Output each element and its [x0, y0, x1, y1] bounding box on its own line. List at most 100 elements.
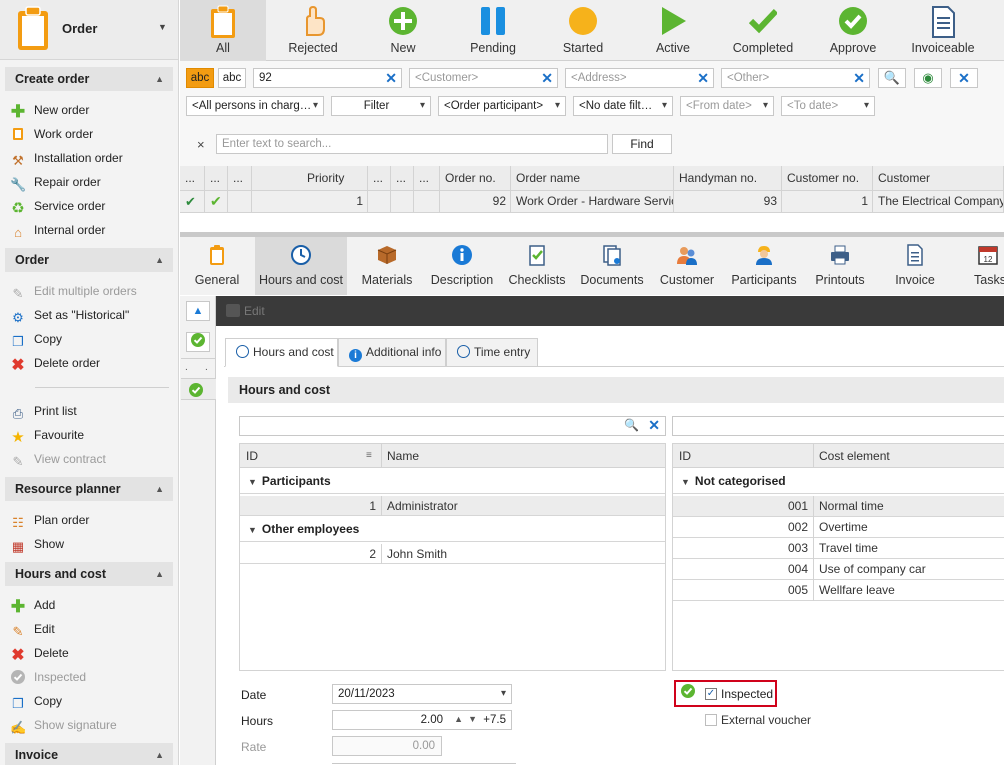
- col-header-name[interactable]: Name: [387, 444, 419, 468]
- chevron-down-icon[interactable]: ▼: [158, 22, 167, 32]
- expand-icon[interactable]: ▼: [248, 477, 257, 487]
- expand-icon[interactable]: ▼: [681, 477, 690, 487]
- table-row[interactable]: ✔ ✔ 1 92 Work Order - Hardware Service 9…: [180, 191, 1004, 213]
- clear-icon[interactable]: ✕: [697, 69, 709, 87]
- sidebar-item-internal-order[interactable]: ⌂ Internal order: [10, 220, 105, 240]
- toolbar-active-button[interactable]: Active: [630, 0, 716, 61]
- to-date-input[interactable]: <To date>: [781, 96, 875, 116]
- sidebar-item-show-signature[interactable]: ✍ Show signature: [10, 715, 117, 735]
- tab-general[interactable]: General: [180, 237, 254, 295]
- sidebar-item-show[interactable]: ▦ Show: [10, 534, 64, 554]
- sidebar-item-copy-order[interactable]: ❐ Copy: [10, 329, 62, 349]
- sidebar-item-set-historical[interactable]: ⚙ Set as "Historical": [10, 305, 129, 325]
- collapse-icon[interactable]: ▲: [155, 67, 164, 91]
- toolbar-invoiceable-button[interactable]: Invoiceable: [900, 0, 986, 61]
- date-input[interactable]: 20/11/2023: [332, 684, 512, 704]
- clear-icon[interactable]: ✕: [853, 69, 865, 87]
- persons-dropdown[interactable]: <All persons in charg…: [186, 96, 324, 116]
- inner-tab-additional-info[interactable]: i Additional info: [338, 338, 446, 367]
- collapse-icon[interactable]: ▲: [155, 477, 164, 501]
- clear-icon[interactable]: ✕: [648, 417, 660, 434]
- table-row[interactable]: 003 Travel time: [673, 538, 1004, 559]
- col-header-id[interactable]: ID: [246, 444, 258, 468]
- toolbar-approve-button[interactable]: Approve: [810, 0, 896, 61]
- expand-icon[interactable]: ▼: [248, 525, 257, 535]
- section-resource-planner[interactable]: Resource planner ▲: [5, 477, 173, 501]
- sidebar-item-delete[interactable]: ✖ Delete: [10, 643, 68, 664]
- clear-icon[interactable]: ✕: [385, 69, 397, 87]
- section-order[interactable]: Order ▲: [5, 248, 173, 272]
- col-header[interactable]: ...: [368, 166, 391, 190]
- col-header-priority[interactable]: Priority: [302, 166, 368, 190]
- inner-tab-hours-and-cost[interactable]: Hours and cost: [225, 338, 338, 367]
- search-value-input[interactable]: 92 ✕: [253, 68, 402, 88]
- from-date-input[interactable]: <From date>: [680, 96, 774, 116]
- sidebar-item-edit[interactable]: ✎ Edit: [10, 619, 55, 639]
- tab-printouts[interactable]: Printouts: [804, 237, 876, 295]
- tab-hours-and-cost[interactable]: Hours and cost: [255, 237, 347, 295]
- abc-toggle-1[interactable]: abc: [186, 68, 214, 88]
- sidebar-item-inspected[interactable]: Inspected: [10, 667, 86, 687]
- confirm-icon[interactable]: [186, 332, 210, 352]
- col-header-order-name[interactable]: Order name: [511, 166, 674, 190]
- table-row[interactable]: 002 Overtime: [673, 517, 1004, 538]
- col-header-customer[interactable]: Customer: [873, 166, 1004, 190]
- sidebar-item-plan-order[interactable]: ☷ Plan order: [10, 510, 89, 530]
- search-icon[interactable]: 🔍: [878, 68, 906, 88]
- sidebar-item-new-order[interactable]: ✚ New order: [10, 100, 89, 120]
- customer-filter-input[interactable]: <Customer> ✕: [409, 68, 558, 88]
- toolbar-completed-button[interactable]: Completed: [720, 0, 806, 61]
- col-header[interactable]: ...: [391, 166, 414, 190]
- sidebar-item-service-order[interactable]: ♻ Service order: [10, 196, 105, 217]
- toolbar-pending-button[interactable]: Pending: [450, 0, 536, 61]
- search-input[interactable]: Enter text to search...: [216, 134, 608, 154]
- col-header[interactable]: ...: [205, 166, 228, 190]
- sort-icon[interactable]: ≡: [366, 444, 372, 468]
- group-row-other-employees[interactable]: ▼ Other employees: [240, 516, 665, 542]
- order-participant-dropdown[interactable]: <Order participant>: [438, 96, 566, 116]
- section-create-order[interactable]: Create order ▲: [5, 67, 173, 91]
- col-header[interactable]: ...: [414, 166, 440, 190]
- clear-icon[interactable]: ✕: [541, 69, 553, 87]
- edit-toggle-icon[interactable]: [226, 304, 240, 317]
- table-row[interactable]: 005 Wellfare leave: [673, 580, 1004, 601]
- address-filter-input[interactable]: <Address> ✕: [565, 68, 714, 88]
- sidebar-item-view-contract[interactable]: ✎ View contract: [10, 449, 106, 469]
- date-filter-dropdown[interactable]: <No date filt…: [573, 96, 673, 116]
- sidebar-item-favourite[interactable]: ★ Favourite: [10, 425, 84, 446]
- nav-row[interactable]: [181, 378, 216, 400]
- tab-description[interactable]: Description: [425, 237, 499, 295]
- toolbar-new-button[interactable]: New: [360, 0, 446, 61]
- collapse-icon[interactable]: ▲: [155, 743, 164, 765]
- scroll-up-icon[interactable]: ▲: [186, 301, 210, 321]
- hours-step-button[interactable]: +7.5: [483, 711, 506, 729]
- collapse-icon[interactable]: ▲: [155, 562, 164, 586]
- col-header-customer-no[interactable]: Customer no.: [782, 166, 873, 190]
- sidebar-item-repair-order[interactable]: 🔧 Repair order: [10, 172, 101, 192]
- close-search-icon[interactable]: ×: [197, 137, 205, 152]
- spin-up-icon[interactable]: ▲: [454, 711, 463, 728]
- group-row-not-categorised[interactable]: ▼ Not categorised: [673, 468, 1004, 494]
- toolbar-rejected-button[interactable]: Rejected: [270, 0, 356, 61]
- cost-search-input[interactable]: [672, 416, 1004, 436]
- col-header-handyman-no[interactable]: Handyman no.: [674, 166, 782, 190]
- find-button[interactable]: Find: [612, 134, 672, 154]
- external-voucher-checkbox[interactable]: [705, 714, 717, 726]
- sidebar-item-print-list[interactable]: ⎙ Print list: [10, 401, 77, 421]
- tab-checklists[interactable]: Checklists: [500, 237, 574, 295]
- sidebar-item-installation-order[interactable]: ⚒ Installation order: [10, 148, 123, 168]
- toolbar-all-button[interactable]: All: [180, 0, 266, 61]
- sidebar-item-copy[interactable]: ❐ Copy: [10, 691, 62, 711]
- tab-materials[interactable]: Materials: [350, 237, 424, 295]
- col-header-id[interactable]: ID: [679, 444, 691, 468]
- col-header-order-no[interactable]: Order no.: [440, 166, 511, 190]
- sidebar-item-edit-multiple-orders[interactable]: ✎ Edit multiple orders: [10, 281, 137, 301]
- inspected-checkbox[interactable]: ✓: [705, 688, 717, 700]
- section-invoice[interactable]: Invoice ▲: [5, 743, 173, 765]
- inner-tab-time-entry[interactable]: Time entry: [446, 338, 538, 367]
- sidebar-item-add[interactable]: ✚ Add: [10, 595, 55, 615]
- tab-participants[interactable]: Participants: [725, 237, 803, 295]
- hours-input[interactable]: 2.00 ▲ ▼ +7.5: [332, 710, 512, 730]
- table-row[interactable]: 2 John Smith: [240, 544, 665, 564]
- globe-icon[interactable]: ◉: [914, 68, 942, 88]
